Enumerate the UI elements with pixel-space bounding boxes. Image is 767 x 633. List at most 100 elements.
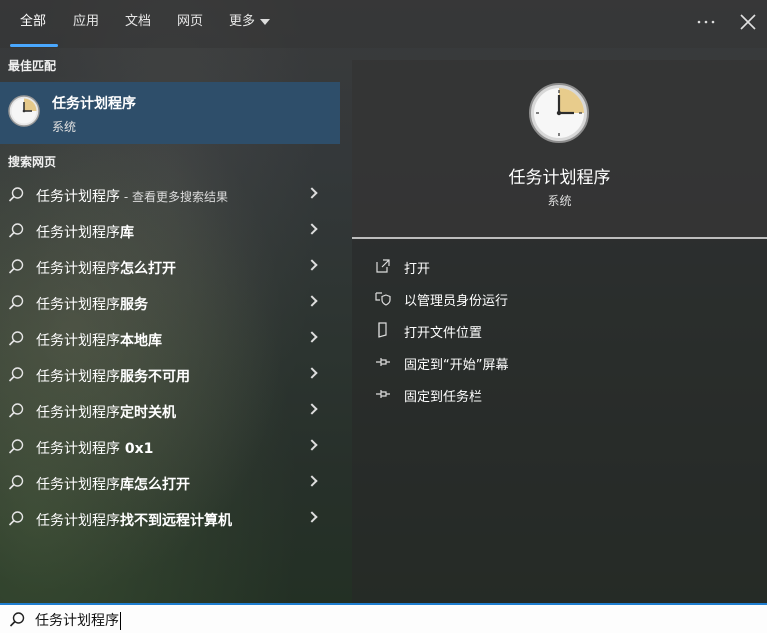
search-icon	[7, 294, 25, 312]
chevron-down-icon	[260, 18, 271, 25]
search-icon	[7, 186, 25, 204]
action-run-as-admin-label: 以管理员身份运行	[404, 294, 509, 309]
search-window: 全部 应用 文档 网页 更多 最佳匹配 任务计划程序 系统 搜索网页 任务计划程…	[0, 0, 767, 633]
web-search-row[interactable]: 任务计划程序 - 查看更多搜索结果	[0, 177, 340, 213]
best-match-item[interactable]: 任务计划程序 系统	[0, 82, 340, 144]
text-cursor	[120, 612, 121, 630]
web-search-extra: 定时关机	[120, 405, 176, 421]
web-search-row[interactable]: 任务计划程序库怎么打开	[0, 465, 340, 501]
search-input-value: 任务计划程序	[35, 613, 119, 629]
best-match-title: 任务计划程序	[52, 96, 136, 112]
action-pin-to-taskbar-label: 固定到任务栏	[404, 390, 483, 405]
action-open-label: 打开	[404, 262, 431, 277]
search-icon	[7, 258, 25, 276]
tab-web[interactable]: 网页	[177, 11, 203, 33]
web-search-text: 任务计划程序本地库	[36, 330, 162, 350]
clock-icon	[8, 95, 40, 127]
clock-icon	[528, 82, 590, 144]
web-search-base: 任务计划程序	[36, 369, 120, 385]
tab-documents[interactable]: 文档	[125, 11, 151, 33]
search-icon	[7, 474, 25, 492]
action-pin-to-start[interactable]: 固定到“开始”屏幕	[352, 347, 767, 377]
chevron-right-icon[interactable]	[306, 511, 318, 523]
action-run-as-admin[interactable]: 以管理员身份运行	[352, 283, 767, 313]
tab-apps-label: 应用	[73, 14, 100, 29]
search-bar[interactable]: 任务计划程序	[0, 603, 767, 633]
tab-apps[interactable]: 应用	[73, 11, 99, 33]
detail-subtitle: 系统	[547, 194, 572, 208]
detail-pane: 任务计划程序 系统 打开 以管理员身份运行 打开文件位置 固定到“开始”屏幕 固…	[352, 60, 767, 605]
chevron-right-icon[interactable]	[306, 223, 318, 235]
detail-header: 任务计划程序 系统	[352, 60, 767, 238]
chevron-right-icon[interactable]	[306, 439, 318, 451]
search-input[interactable]: 任务计划程序	[35, 610, 121, 630]
web-search-text: 任务计划程序怎么打开	[36, 258, 176, 278]
web-search-extra: 找不到远程计算机	[120, 513, 232, 529]
search-icon	[7, 402, 25, 420]
web-search-extra: 服务	[120, 297, 148, 313]
web-search-base: 任务计划程序	[36, 225, 120, 241]
web-search-row[interactable]: 任务计划程序怎么打开	[0, 249, 340, 285]
divider	[352, 237, 767, 239]
web-search-text: 任务计划程序服务不可用	[36, 366, 190, 386]
web-search-base: 任务计划程序	[36, 333, 120, 349]
action-open[interactable]: 打开	[352, 251, 767, 281]
web-search-extra: 库怎么打开	[120, 477, 190, 493]
web-search-text: 任务计划程序找不到远程计算机	[36, 510, 232, 530]
pin-icon	[374, 353, 392, 371]
web-search-base: 任务计划程序	[36, 513, 120, 529]
web-search-text: 任务计划程序 - 查看更多搜索结果	[36, 186, 228, 206]
tab-all[interactable]: 全部	[20, 11, 46, 33]
web-search-row[interactable]: 任务计划程序定时关机	[0, 393, 340, 429]
web-search-text: 任务计划程序服务	[36, 294, 148, 314]
web-search-more: - 查看更多搜索结果	[120, 190, 228, 204]
web-search-base: 任务计划程序	[36, 405, 120, 421]
search-icon	[7, 330, 25, 348]
close-icon[interactable]	[736, 10, 760, 34]
open-external-icon	[374, 257, 392, 275]
web-search-row[interactable]: 任务计划程序库	[0, 213, 340, 249]
web-search-row[interactable]: 任务计划程序服务	[0, 285, 340, 321]
web-search-text: 任务计划程序库	[36, 222, 134, 242]
web-search-text: 任务计划程序 0x1	[36, 438, 153, 458]
web-search-row[interactable]: 任务计划程序本地库	[0, 321, 340, 357]
web-search-extra: 怎么打开	[120, 261, 176, 277]
tab-web-label: 网页	[177, 14, 204, 29]
web-search-extra: 0x1	[120, 441, 154, 457]
web-search-text: 任务计划程序定时关机	[36, 402, 176, 422]
chevron-right-icon[interactable]	[306, 331, 318, 343]
chevron-right-icon[interactable]	[306, 403, 318, 415]
action-open-file-location-label: 打开文件位置	[404, 326, 483, 341]
web-search-row[interactable]: 任务计划程序找不到远程计算机	[0, 501, 340, 537]
tab-more-label: 更多	[229, 14, 256, 29]
tab-more[interactable]: 更多	[229, 11, 271, 33]
web-search-base: 任务计划程序	[36, 477, 120, 493]
action-open-file-location[interactable]: 打开文件位置	[352, 315, 767, 345]
ellipsis-icon[interactable]	[694, 10, 718, 34]
search-icon	[8, 611, 26, 629]
web-search-header: 搜索网页	[8, 155, 57, 169]
action-pin-to-start-label: 固定到“开始”屏幕	[404, 358, 509, 373]
web-search-row[interactable]: 任务计划程序服务不可用	[0, 357, 340, 393]
action-pin-to-taskbar[interactable]: 固定到任务栏	[352, 379, 767, 409]
tab-documents-label: 文档	[125, 14, 152, 29]
chevron-right-icon[interactable]	[306, 295, 318, 307]
chevron-right-icon[interactable]	[306, 187, 318, 199]
chevron-right-icon[interactable]	[306, 259, 318, 271]
detail-title: 任务计划程序	[508, 168, 611, 188]
chevron-right-icon[interactable]	[306, 475, 318, 487]
file-location-icon	[374, 321, 392, 339]
web-search-base: 任务计划程序	[36, 297, 120, 313]
search-icon	[7, 438, 25, 456]
web-search-extra: 本地库	[120, 333, 162, 349]
best-match-subtitle: 系统	[52, 120, 77, 134]
best-match-header: 最佳匹配	[8, 59, 57, 73]
web-search-row[interactable]: 任务计划程序 0x1	[0, 429, 340, 465]
search-icon	[7, 366, 25, 384]
search-icon	[7, 222, 25, 240]
web-search-extra: 库	[120, 225, 134, 241]
web-search-base: 任务计划程序	[36, 441, 120, 457]
chevron-right-icon[interactable]	[306, 367, 318, 379]
web-search-base: 任务计划程序	[36, 261, 120, 277]
search-icon	[7, 510, 25, 528]
